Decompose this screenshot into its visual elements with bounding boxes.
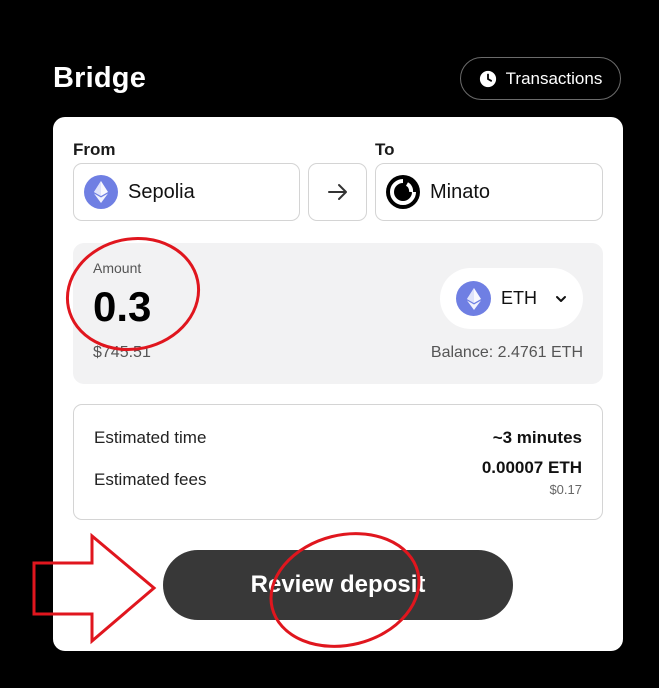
clock-icon	[479, 70, 496, 87]
ethereum-icon	[456, 281, 491, 316]
to-network-selector[interactable]: Minato	[375, 163, 603, 221]
page-title: Bridge	[53, 62, 147, 94]
estimated-fees-value: 0.00007 ETH	[481, 458, 582, 477]
token-selector[interactable]: ETH	[440, 268, 583, 329]
amount-label: Amount	[93, 260, 142, 276]
minato-logo-icon	[386, 175, 420, 209]
estimated-fees-label: Estimated fees	[94, 470, 207, 489]
from-network-name: Sepolia	[128, 180, 195, 203]
estimates-panel: Estimated time ~3 minutes Estimated fees…	[73, 404, 603, 520]
balance-text: Balance: 2.4761 ETH	[430, 344, 583, 361]
swap-direction-button[interactable]	[308, 163, 367, 221]
token-name: ETH	[501, 288, 537, 308]
transactions-label: Transactions	[505, 68, 603, 88]
arrow-right-icon	[327, 184, 347, 200]
to-label: To	[375, 140, 395, 159]
review-deposit-button[interactable]: Review deposit	[163, 550, 513, 620]
estimated-time-label: Estimated time	[94, 428, 207, 447]
amount-panel: Amount $745.51 ETH Balance: 2.4761 ETH	[73, 243, 603, 384]
estimated-fees-usd: $0.17	[549, 482, 582, 497]
amount-input[interactable]	[93, 283, 293, 331]
amount-usd-value: $745.51	[93, 344, 151, 361]
estimated-time-value: ~3 minutes	[492, 428, 582, 447]
bridge-card: From To Sepolia Minato Amount $745.51	[53, 117, 623, 651]
ethereum-icon	[84, 175, 118, 209]
chevron-down-icon	[556, 295, 566, 302]
to-network-name: Minato	[430, 180, 491, 203]
from-network-selector[interactable]: Sepolia	[73, 163, 300, 221]
from-label: From	[73, 140, 116, 159]
transactions-button[interactable]: Transactions	[460, 57, 621, 100]
